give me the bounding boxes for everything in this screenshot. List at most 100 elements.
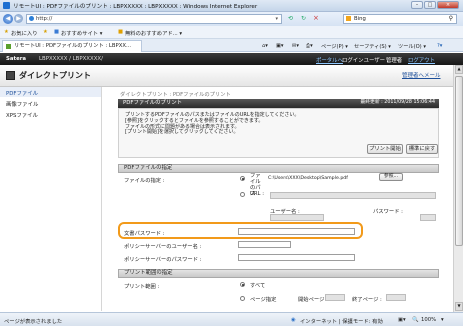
dropdown-arrow-icon[interactable]: ▾ xyxy=(275,15,278,23)
sidebar-item-xps[interactable]: XPSファイル xyxy=(0,109,101,119)
add-favorite-icon[interactable]: ★ xyxy=(43,29,48,35)
range-section-header: プリント範囲の指定 xyxy=(118,269,439,278)
search-icon[interactable]: ⚲ xyxy=(449,15,453,23)
feeds-icon[interactable]: ▣▾ xyxy=(276,43,284,49)
range-label: プリント範囲 : xyxy=(124,284,160,290)
sidebar-item-pdf[interactable]: PDFファイル xyxy=(0,87,101,97)
browse-button[interactable]: 参照... xyxy=(379,173,403,181)
home-icon[interactable]: ⌂▾ xyxy=(262,43,268,49)
globe-icon: ◉ xyxy=(291,317,296,323)
bing-icon xyxy=(346,16,351,21)
title-bar: リモートUI : PDFファイルのプリント : LBPXXXXX : LBPXX… xyxy=(0,0,463,12)
end-page-input[interactable] xyxy=(386,294,406,301)
section-title-bar: PDFファイルのプリント 最終更新 : 2011/09/28 15:06:44 xyxy=(118,99,439,108)
file-path-radio[interactable] xyxy=(240,176,245,181)
file-path-value: C:\Users\XXX\Desktop\Sample.pdf xyxy=(268,176,348,181)
portal-link[interactable]: ポータルへ xyxy=(316,56,343,64)
page-range-label: ページ指定 xyxy=(250,297,277,303)
policy-user-label: ポリシーサーバーのユーザー名 : xyxy=(124,244,202,250)
page-menu[interactable]: ページ(P) ▾ xyxy=(321,43,348,50)
search-text: Bing xyxy=(354,16,366,22)
print-icon[interactable]: ⎙▾ xyxy=(306,43,313,50)
tab-bar: リモートUI : PDFファイルのプリント : LBPXX... xyxy=(0,39,463,52)
favorites-button[interactable]: お気に入り xyxy=(11,29,38,37)
admin-name: 管理者 xyxy=(386,58,403,64)
start-page-input[interactable] xyxy=(325,294,345,301)
status-bar: ページが表示されました ◉ インターネット | 保護モード: 有効 ▣▾ 🔍 1… xyxy=(0,312,463,326)
tab-remote-ui[interactable]: リモートUI : PDFファイルのプリント : LBPXX... xyxy=(2,40,142,52)
favorites-bar: ★ お気に入り ★ ■ おすすめサイト ▾ ■ 無料のおすすめアド... ▾ xyxy=(0,26,463,39)
url-text: http:// xyxy=(36,16,53,22)
zoom-dropdown-icon[interactable]: ▾ xyxy=(441,317,444,323)
start-print-button[interactable]: プリント開始 xyxy=(367,144,403,154)
forward-button[interactable]: ▶ xyxy=(14,14,23,23)
window-title: リモートUI : PDFファイルのプリント : LBPXXXXX : LBPXX… xyxy=(13,4,258,10)
section-title: PDFファイルのプリント xyxy=(123,100,183,106)
page-range-radio[interactable] xyxy=(240,296,245,301)
logout-link[interactable]: ログアウト xyxy=(408,56,435,64)
breadcrumb: ダイレクトプリント : PDFファイルのプリント xyxy=(120,92,231,98)
search-input[interactable]: Bing ⚲ xyxy=(343,14,457,24)
help-menu[interactable]: ?▾ xyxy=(437,43,442,49)
suggested-sites-link[interactable]: おすすめサイト ▾ xyxy=(61,29,102,37)
stop-icon[interactable]: × xyxy=(313,14,319,22)
printer-icon xyxy=(6,71,15,80)
page-title: ダイレクトプリント xyxy=(19,71,91,80)
url-input[interactable] xyxy=(270,192,436,199)
back-button[interactable]: ◀ xyxy=(3,14,13,24)
free-hotmail-link[interactable]: 無料のおすすめアド... ▾ xyxy=(125,29,182,37)
policy-user-input[interactable] xyxy=(238,241,291,248)
favorites-star-icon[interactable]: ★ xyxy=(4,29,9,35)
compat-icon[interactable]: ⟲ xyxy=(288,15,293,22)
url-user-input[interactable] xyxy=(270,214,324,221)
last-updated: 最終更新 : 2011/09/28 15:06:44 xyxy=(360,100,435,105)
minimize-button[interactable]: – xyxy=(411,1,423,9)
device-model: LBPXXXXX / LBPXXXXX/ xyxy=(39,56,103,62)
sidebar-item-image[interactable]: 画像ファイル xyxy=(0,98,101,108)
all-pages-radio[interactable] xyxy=(240,282,245,287)
sidebar-item-label: PDFファイル xyxy=(6,91,39,97)
file-label: ファイルの指定 : xyxy=(124,178,165,184)
safety-menu[interactable]: セーフティ(S) ▾ xyxy=(354,43,391,50)
zoom-icon[interactable]: 🔍 xyxy=(412,317,419,323)
file-section-header: PDFファイルの指定 xyxy=(118,164,439,173)
close-button[interactable]: × xyxy=(437,1,459,9)
brand-bar: Satera LBPXXXXX / LBPXXXXX/ ポータルへ ログインユー… xyxy=(0,53,463,65)
url-radio[interactable] xyxy=(240,192,245,197)
tools-menu[interactable]: ツール(O) ▾ xyxy=(398,43,426,50)
tab-page-icon xyxy=(6,44,11,49)
protected-mode-icon[interactable]: ▣▾ xyxy=(398,317,406,323)
url-password-input[interactable] xyxy=(420,214,436,221)
scroll-thumb[interactable] xyxy=(455,76,463,246)
page-header: ダイレクトプリント 管理者へメール xyxy=(0,65,453,87)
suggested-icon: ■ xyxy=(54,29,60,35)
address-input[interactable]: http:// ▾ xyxy=(26,14,282,24)
refresh-icon[interactable]: ↻ xyxy=(301,15,306,22)
scroll-up-icon[interactable]: ▲ xyxy=(455,65,463,74)
ie-icon xyxy=(3,2,10,9)
vertical-scrollbar[interactable]: ▲ ▼ xyxy=(453,65,463,312)
end-page-label: 終了ページ : xyxy=(352,297,382,303)
sidebar-item-label: 画像ファイル xyxy=(6,102,39,108)
password-label: パスワード : xyxy=(373,209,403,215)
address-bar-row: ◀ ▶ http:// ▾ ⟲ ↻ × Bing ⚲ xyxy=(0,12,463,26)
url-option-label: URL : xyxy=(250,191,264,197)
tab-label: リモートUI : PDFファイルのプリント : LBPXX... xyxy=(14,43,132,49)
all-pages-label: すべて xyxy=(250,283,266,289)
description-box: プリントするPDFファイルのパスまたはファイルのURLを指定してください。 [参… xyxy=(118,108,439,158)
sidebar-item-label: XPSファイル xyxy=(6,113,38,119)
status-text: ページが表示されました xyxy=(4,319,63,325)
mail-admin-link[interactable]: 管理者へメール xyxy=(402,71,441,79)
scroll-down-icon[interactable]: ▼ xyxy=(455,302,463,311)
page-icon xyxy=(29,16,34,21)
login-user-label: ログインユーザー : xyxy=(342,58,389,64)
slice-icon: ■ xyxy=(118,29,124,35)
maximize-button[interactable]: □ xyxy=(424,1,436,9)
zoom-level[interactable]: 100% xyxy=(421,317,436,323)
reset-button[interactable]: 標準に戻す xyxy=(406,144,438,154)
policy-password-label: ポリシーサーバーのパスワード : xyxy=(124,257,202,263)
mail-icon[interactable]: ✉▾ xyxy=(292,43,299,49)
brand-name: Satera xyxy=(6,56,27,62)
start-page-label: 開始ページ : xyxy=(298,297,328,303)
policy-password-input[interactable] xyxy=(238,254,355,261)
